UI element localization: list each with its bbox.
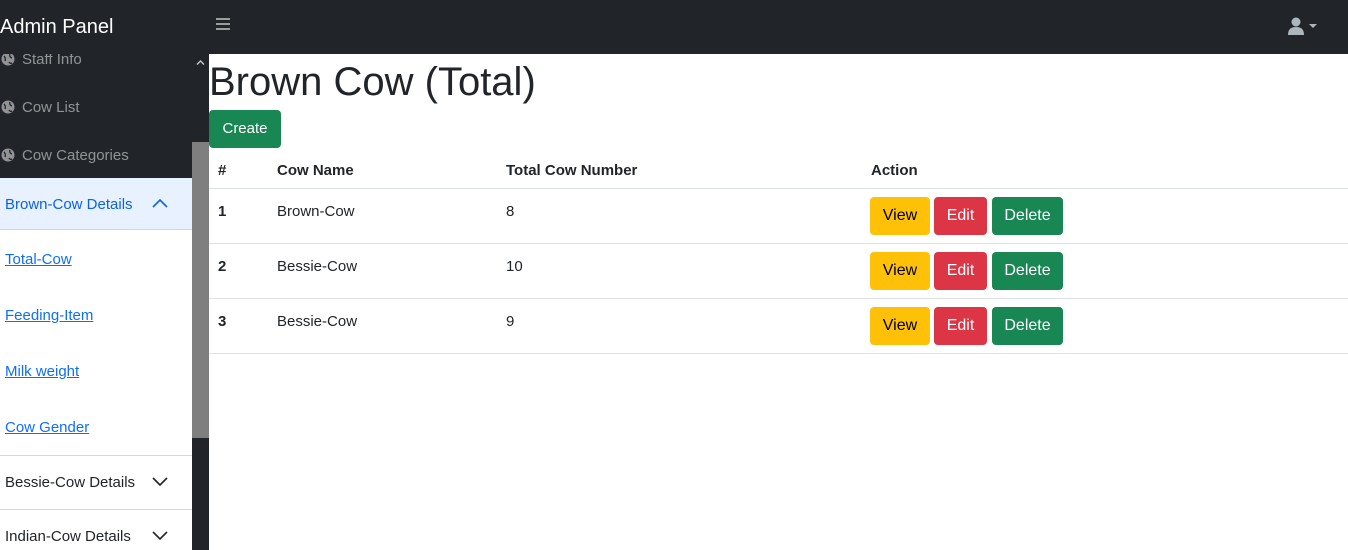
accordion-bessie-cow-details[interactable]: Bessie-Cow Details (0, 455, 192, 507)
sub-link-feeding-item[interactable]: Feeding-Item (5, 306, 93, 326)
top-navbar: Admin Panel (0, 0, 1348, 54)
user-icon (1288, 17, 1317, 35)
sidebar-item-label: Cow List (22, 99, 80, 116)
column-header-total-cow-number: Total Cow Number (506, 162, 638, 179)
sidebar-item-label: Cow Categories (22, 147, 129, 164)
chevron-down-icon (152, 477, 168, 487)
row-index: 1 (218, 203, 227, 220)
accordion-label: Indian-Cow Details (5, 528, 131, 545)
sub-link-cow-gender[interactable]: Cow Gender (5, 418, 89, 438)
delete-button[interactable]: Delete (992, 252, 1063, 290)
scroll-up-arrow-icon[interactable] (196, 58, 205, 67)
table-row: 1 Brown-Cow 8 View Edit Delete (209, 189, 1348, 244)
edit-button[interactable]: Edit (934, 197, 987, 235)
edit-button[interactable]: Edit (934, 252, 987, 290)
user-menu-dropdown[interactable] (1287, 16, 1321, 38)
sidebar: Staff Info Cow List Cow Categories Brown… (0, 54, 209, 550)
row-total: 8 (506, 203, 515, 220)
chevron-up-icon (152, 198, 168, 208)
row-index: 2 (218, 258, 227, 275)
main-content: Brown Cow (Total) Create # Cow Name Tota… (209, 54, 1348, 550)
globe-icon (1, 148, 15, 162)
table-row: 3 Bessie-Cow 9 View Edit Delete (209, 299, 1348, 354)
sidebar-toggle-icon[interactable] (216, 18, 230, 32)
column-header-action: Action (871, 162, 918, 179)
view-button[interactable]: View (870, 252, 930, 290)
globe-icon (1, 54, 15, 66)
delete-button[interactable]: Delete (992, 197, 1063, 235)
chevron-down-icon (152, 531, 168, 541)
row-index: 3 (218, 313, 227, 330)
sidebar-accordion: Brown-Cow Details Total-Cow Feeding-Item… (0, 178, 192, 550)
table-header: # Cow Name Total Cow Number Action (209, 150, 1348, 189)
delete-button[interactable]: Delete (992, 307, 1063, 345)
sidebar-item-label: Staff Info (22, 54, 82, 68)
sub-link-total-cow[interactable]: Total-Cow (5, 250, 72, 270)
brand-title[interactable]: Admin Panel (0, 14, 113, 40)
row-cow-name: Bessie-Cow (277, 313, 358, 330)
caret-down-icon (1309, 24, 1317, 28)
accordion-indian-cow-details[interactable]: Indian-Cow Details (0, 509, 192, 550)
view-button[interactable]: View (870, 197, 930, 235)
globe-icon (1, 100, 15, 114)
row-total: 9 (506, 313, 515, 330)
edit-button[interactable]: Edit (934, 307, 987, 345)
page-title: Brown Cow (Total) (209, 60, 536, 104)
accordion-brown-cow-details[interactable]: Brown-Cow Details (0, 178, 192, 230)
accordion-label: Brown-Cow Details (5, 196, 133, 213)
accordion-label: Bessie-Cow Details (5, 474, 136, 491)
scrollbar-thumb[interactable] (192, 142, 209, 438)
view-button[interactable]: View (870, 307, 930, 345)
sidebar-item-cow-list[interactable]: Cow List (0, 98, 192, 146)
row-cow-name: Bessie-Cow (277, 258, 358, 275)
sidebar-scrollbar[interactable] (192, 54, 209, 550)
table-row: 2 Bessie-Cow 10 View Edit Delete (209, 244, 1348, 299)
column-header-cow-name: Cow Name (277, 162, 354, 179)
column-header-index: # (218, 162, 227, 179)
sub-link-milk-weight[interactable]: Milk weight (5, 362, 79, 382)
create-button[interactable]: Create (209, 110, 281, 148)
row-cow-name: Brown-Cow (277, 203, 355, 220)
sidebar-item-staff-info[interactable]: Staff Info (0, 54, 192, 98)
row-total: 10 (506, 258, 523, 275)
